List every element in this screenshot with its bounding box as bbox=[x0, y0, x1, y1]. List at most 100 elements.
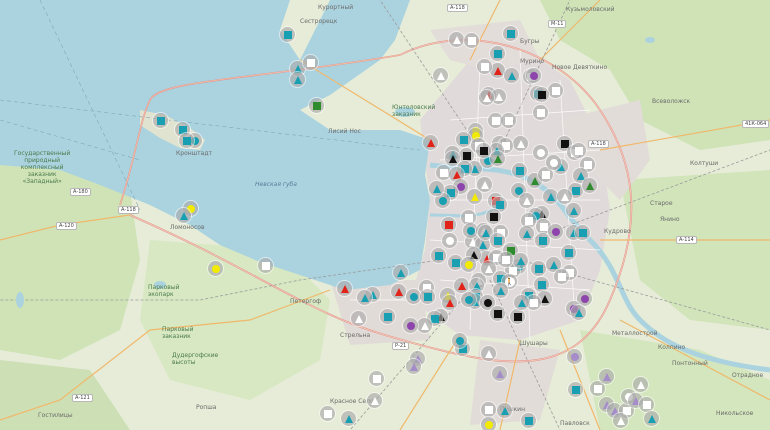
poi-marker[interactable] bbox=[452, 333, 467, 348]
poi-marker[interactable] bbox=[367, 393, 382, 408]
poi-marker[interactable] bbox=[644, 411, 659, 426]
poi-marker[interactable] bbox=[403, 318, 418, 333]
poi-marker[interactable] bbox=[393, 265, 408, 280]
poi-marker[interactable] bbox=[513, 253, 528, 268]
poi-marker[interactable] bbox=[179, 133, 194, 148]
poi-marker[interactable] bbox=[531, 261, 546, 276]
triangle-icon bbox=[540, 294, 549, 303]
poi-marker[interactable] bbox=[566, 203, 581, 218]
poi-marker[interactable] bbox=[561, 245, 576, 260]
poi-marker[interactable] bbox=[490, 151, 505, 166]
poi-marker[interactable] bbox=[423, 135, 438, 150]
poi-marker[interactable] bbox=[535, 233, 550, 248]
poi-marker[interactable] bbox=[464, 33, 479, 48]
poi-marker[interactable] bbox=[503, 26, 518, 41]
poi-marker[interactable] bbox=[546, 155, 561, 170]
poi-marker[interactable] bbox=[337, 281, 352, 296]
square-icon bbox=[574, 146, 583, 155]
poi-marker[interactable] bbox=[599, 369, 614, 384]
poi-marker[interactable] bbox=[534, 277, 549, 292]
poi-marker[interactable] bbox=[351, 311, 366, 326]
poi-marker[interactable] bbox=[519, 193, 534, 208]
poi-marker[interactable] bbox=[303, 55, 318, 70]
poi-marker[interactable] bbox=[433, 68, 448, 83]
poi-marker[interactable] bbox=[391, 284, 406, 299]
poi-marker[interactable] bbox=[309, 98, 324, 113]
poi-marker[interactable] bbox=[521, 413, 536, 428]
poi-marker[interactable] bbox=[492, 366, 507, 381]
poi-marker[interactable] bbox=[461, 292, 476, 307]
poi-marker[interactable] bbox=[341, 411, 356, 426]
poi-marker[interactable] bbox=[461, 257, 476, 272]
poi-marker[interactable] bbox=[486, 209, 501, 224]
poi-marker[interactable] bbox=[513, 136, 528, 151]
poi-marker[interactable] bbox=[557, 189, 572, 204]
label-koltushi: Колтуши bbox=[690, 160, 719, 167]
poi-marker[interactable] bbox=[477, 59, 492, 74]
poi-marker[interactable] bbox=[571, 305, 586, 320]
poi-marker[interactable] bbox=[357, 290, 372, 305]
poi-marker[interactable] bbox=[639, 397, 654, 412]
poi-marker[interactable] bbox=[476, 143, 491, 158]
poi-marker[interactable] bbox=[258, 258, 273, 273]
poi-marker[interactable] bbox=[176, 208, 191, 223]
poi-marker[interactable] bbox=[490, 63, 505, 78]
poi-marker[interactable] bbox=[568, 382, 583, 397]
poi-marker[interactable] bbox=[420, 289, 435, 304]
poi-marker[interactable] bbox=[548, 83, 563, 98]
poi-marker[interactable] bbox=[490, 233, 505, 248]
poi-marker[interactable] bbox=[431, 248, 446, 263]
poi-marker[interactable] bbox=[633, 377, 648, 392]
poi-marker[interactable] bbox=[481, 402, 496, 417]
poi-marker[interactable] bbox=[449, 32, 464, 47]
poi-marker[interactable] bbox=[369, 371, 384, 386]
poi-marker[interactable] bbox=[613, 413, 628, 428]
poi-marker[interactable] bbox=[534, 87, 549, 102]
poi-marker[interactable] bbox=[498, 252, 513, 267]
poi-marker[interactable] bbox=[504, 68, 519, 83]
poi-marker[interactable] bbox=[554, 269, 569, 284]
poi-marker[interactable] bbox=[567, 349, 582, 364]
road-badge-a118-east: А-118 bbox=[588, 140, 609, 148]
poi-marker[interactable] bbox=[479, 90, 494, 105]
poi-marker[interactable] bbox=[582, 178, 597, 193]
poi-marker[interactable] bbox=[477, 177, 492, 192]
poi-marker[interactable] bbox=[442, 233, 457, 248]
poi-marker[interactable] bbox=[481, 417, 496, 430]
poi-marker[interactable] bbox=[380, 309, 395, 324]
map-view[interactable]: Сестрорецк Курортный Лисий Нос Юнтоловск… bbox=[0, 0, 770, 430]
poi-marker[interactable] bbox=[512, 163, 527, 178]
poi-marker[interactable] bbox=[490, 46, 505, 61]
poi-marker[interactable] bbox=[548, 224, 563, 239]
poi-marker[interactable] bbox=[575, 225, 590, 240]
poi-marker[interactable] bbox=[481, 346, 496, 361]
poi-marker[interactable] bbox=[497, 403, 512, 418]
square-icon bbox=[504, 116, 513, 125]
poi-marker[interactable] bbox=[406, 359, 421, 374]
poi-marker[interactable] bbox=[467, 189, 482, 204]
poi-marker[interactable] bbox=[454, 278, 469, 293]
poi-marker[interactable] bbox=[406, 289, 421, 304]
poi-marker[interactable] bbox=[514, 295, 529, 310]
poi-marker[interactable] bbox=[320, 406, 335, 421]
triangle-icon bbox=[484, 264, 493, 273]
poi-marker[interactable] bbox=[571, 143, 586, 158]
poi-marker[interactable] bbox=[543, 189, 558, 204]
poi-marker[interactable] bbox=[533, 105, 548, 120]
poi-marker[interactable] bbox=[442, 295, 457, 310]
poi-marker[interactable] bbox=[153, 113, 168, 128]
poi-marker[interactable] bbox=[429, 181, 444, 196]
poi-marker[interactable] bbox=[208, 261, 223, 276]
poi-marker[interactable] bbox=[456, 132, 471, 147]
poi-marker[interactable] bbox=[290, 72, 305, 87]
poi-marker[interactable] bbox=[493, 283, 508, 298]
poi-marker[interactable] bbox=[490, 306, 505, 321]
poi-marker[interactable] bbox=[417, 318, 432, 333]
poi-marker[interactable] bbox=[533, 145, 548, 160]
poi-marker[interactable] bbox=[519, 226, 534, 241]
poi-marker[interactable] bbox=[510, 309, 525, 324]
poi-marker[interactable] bbox=[526, 68, 541, 83]
poi-marker[interactable] bbox=[441, 217, 456, 232]
poi-marker[interactable] bbox=[280, 27, 295, 42]
poi-marker[interactable] bbox=[501, 113, 516, 128]
